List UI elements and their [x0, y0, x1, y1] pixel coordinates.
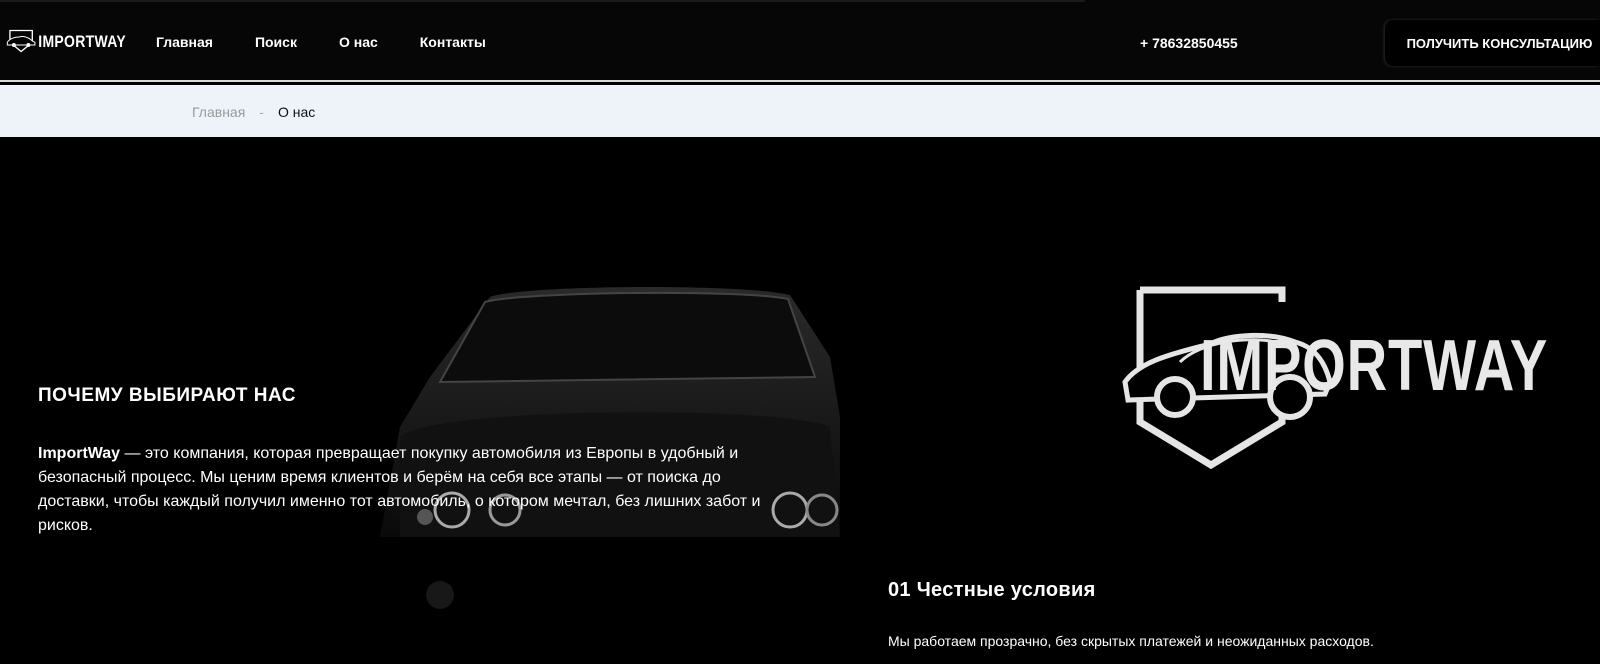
- logo-wordmark-large: IMPORTWAY: [1200, 326, 1549, 406]
- section-title: ПОЧЕМУ ВЫБИРАЮТ НАС: [38, 385, 296, 406]
- site-header: IMPORTWAY Главная Поиск О нас Контакты +…: [0, 0, 1600, 82]
- why-us-section: ПОЧЕМУ ВЫБИРАЮТ НАС ImportWay — это комп…: [0, 137, 1600, 664]
- section-description: ImportWay — это компания, которая превра…: [38, 442, 778, 538]
- breadcrumb: Главная - О нас: [192, 104, 315, 120]
- header-bottom-divider: [0, 80, 1600, 82]
- main-nav: Главная Поиск О нас Контакты: [156, 34, 528, 50]
- nav-item-about[interactable]: О нас: [339, 34, 378, 50]
- description-text: — это компания, которая превращает покуп…: [38, 445, 761, 534]
- feature-title: 01 Честные условия: [888, 579, 1096, 601]
- brand-name: ImportWay: [38, 445, 121, 462]
- phone-link[interactable]: + 78632850455: [1140, 35, 1238, 51]
- consultation-button[interactable]: ПОЛУЧИТЬ КОНСУЛЬТАЦИЮ: [1385, 20, 1600, 66]
- breadcrumb-home-link[interactable]: Главная: [192, 104, 245, 120]
- nav-item-home[interactable]: Главная: [156, 34, 213, 50]
- breadcrumb-current: О нас: [277, 104, 316, 120]
- feature-text: Мы работаем прозрачно, без скрытых плате…: [888, 633, 1374, 649]
- nav-item-search[interactable]: Поиск: [255, 34, 297, 50]
- header-logo[interactable]: IMPORTWAY: [6, 20, 126, 62]
- logo-wordmark: IMPORTWAY: [38, 31, 126, 51]
- nav-item-contacts[interactable]: Контакты: [420, 34, 486, 50]
- header-top-divider: [0, 0, 1085, 2]
- car-shield-icon: [6, 29, 36, 53]
- breadcrumb-separator: -: [259, 104, 264, 120]
- breadcrumb-bar: Главная - О нас: [0, 85, 1600, 137]
